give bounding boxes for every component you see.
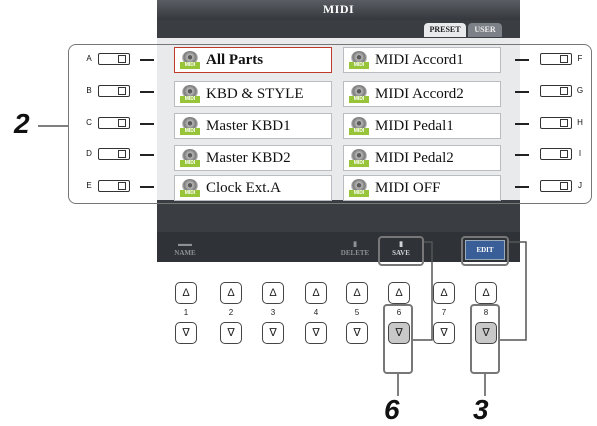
down-button-6[interactable]: ∇ <box>388 322 410 344</box>
up-button-1[interactable]: Δ <box>175 282 197 304</box>
up-button-2[interactable]: Δ <box>220 282 242 304</box>
down-button-2[interactable]: ∇ <box>220 322 242 344</box>
callout-2: 2 <box>14 108 30 139</box>
up-button-7[interactable]: Δ <box>433 282 455 304</box>
down-button-8[interactable]: ∇ <box>475 322 497 344</box>
up-button-6[interactable]: Δ <box>388 282 410 304</box>
down-button-5[interactable]: ∇ <box>346 322 368 344</box>
down-button-4[interactable]: ∇ <box>305 322 327 344</box>
leader-lines <box>38 125 527 396</box>
button-number-3: 3 <box>270 308 276 317</box>
down-button-7[interactable]: ∇ <box>433 322 455 344</box>
button-number-8: 8 <box>483 308 489 317</box>
up-button-4[interactable]: Δ <box>305 282 327 304</box>
callout-3: 3 <box>473 394 489 425</box>
down-button-1[interactable]: ∇ <box>175 322 197 344</box>
button-number-2: 2 <box>228 308 234 317</box>
button-number-1: 1 <box>183 308 189 317</box>
up-button-8[interactable]: Δ <box>475 282 497 304</box>
callout-6: 6 <box>384 394 400 425</box>
up-button-3[interactable]: Δ <box>262 282 284 304</box>
up-button-5[interactable]: Δ <box>346 282 368 304</box>
button-number-5: 5 <box>354 308 360 317</box>
button-number-6: 6 <box>396 308 402 317</box>
button-number-4: 4 <box>313 308 319 317</box>
button-number-7: 7 <box>441 308 447 317</box>
down-button-3[interactable]: ∇ <box>262 322 284 344</box>
